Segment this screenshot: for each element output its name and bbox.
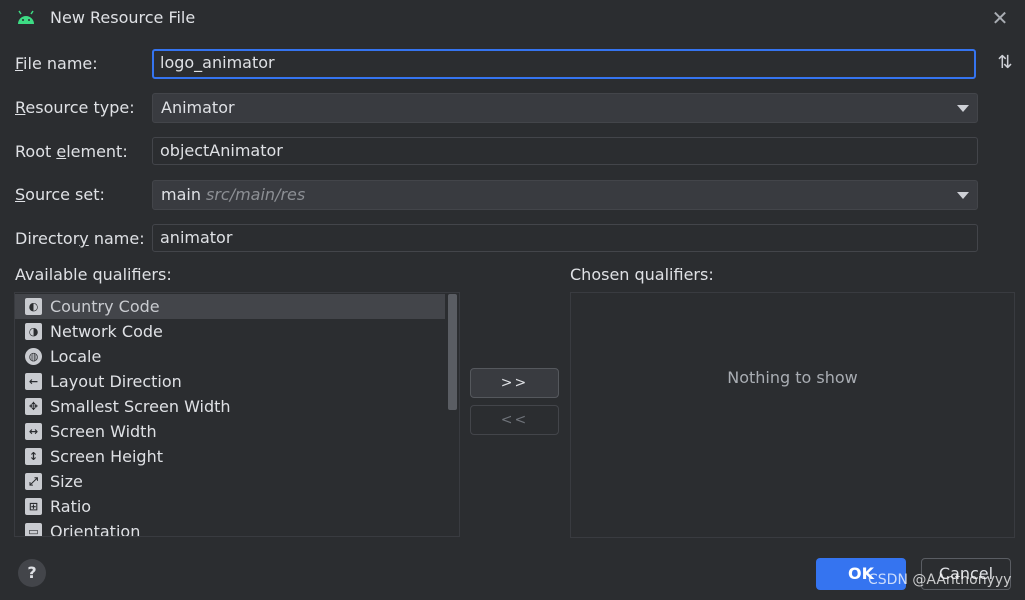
list-item[interactable]: ◐ Country Code <box>15 294 445 319</box>
chevron-down-icon <box>957 105 969 112</box>
smallest-screen-width-icon: ✥ <box>25 398 42 415</box>
available-qualifiers-label: Available qualifiers: <box>15 265 172 284</box>
list-item[interactable]: ↕ Screen Height <box>15 444 445 469</box>
source-set-label: Source set: <box>15 185 105 204</box>
list-item-label: Locale <box>50 347 102 366</box>
dialog-title: New Resource File <box>50 8 196 27</box>
list-item[interactable]: ◍ Locale <box>15 344 445 369</box>
source-set-dropdown[interactable]: main src/main/res <box>152 180 978 210</box>
directory-name-input[interactable]: animator <box>152 224 978 252</box>
list-item[interactable]: ▭ Orientation <box>15 519 445 537</box>
list-item[interactable]: ⤢ Size <box>15 469 445 494</box>
resource-type-label: Resource type: <box>15 98 135 117</box>
android-icon <box>18 10 34 24</box>
chevron-down-icon <box>957 192 969 199</box>
list-item[interactable]: ⊞ Ratio <box>15 494 445 519</box>
list-item-label: Country Code <box>50 297 160 316</box>
remove-qualifier-button[interactable]: << <box>470 405 559 435</box>
root-element-label: Root element: <box>15 142 128 161</box>
close-icon[interactable]: ✕ <box>988 6 1012 30</box>
empty-state-text: Nothing to show <box>727 368 858 387</box>
layout-direction-icon: ← <box>25 373 42 390</box>
list-item-label: Screen Height <box>50 447 163 466</box>
list-item[interactable]: ↔ Screen Width <box>15 419 445 444</box>
locale-globe-icon: ◍ <box>25 348 42 365</box>
screen-height-icon: ↕ <box>25 448 42 465</box>
network-code-icon: ◑ <box>25 323 42 340</box>
scrollbar-thumb[interactable] <box>448 294 457 410</box>
list-item-label: Size <box>50 472 83 491</box>
add-qualifier-button[interactable]: >> <box>470 368 559 398</box>
list-item-label: Smallest Screen Width <box>50 397 231 416</box>
list-item-label: Ratio <box>50 497 92 516</box>
screen-width-icon: ↔ <box>25 423 42 440</box>
resource-type-value: Animator <box>161 98 235 117</box>
directory-name-label: Directory name: <box>15 229 145 248</box>
root-element-input[interactable]: objectAnimator <box>152 137 978 165</box>
ratio-icon: ⊞ <box>25 498 42 515</box>
list-item-label: Network Code <box>50 322 163 341</box>
list-item-label: Orientation <box>50 522 141 537</box>
country-code-icon: ◐ <box>25 298 42 315</box>
list-item[interactable]: ◑ Network Code <box>15 319 445 344</box>
list-item-label: Layout Direction <box>50 372 182 391</box>
list-item[interactable]: ✥ Smallest Screen Width <box>15 394 445 419</box>
size-icon: ⤢ <box>25 473 42 490</box>
chosen-qualifiers-list[interactable] <box>570 292 1015 538</box>
file-name-label: File name: <box>15 54 98 73</box>
sort-icon[interactable]: ⇅ <box>994 52 1016 74</box>
list-item-label: Screen Width <box>50 422 157 441</box>
source-set-value: main <box>161 185 201 204</box>
file-name-input[interactable]: logo_animator <box>152 49 976 79</box>
watermark: CSDN @AAnthonyyy <box>868 572 1012 588</box>
help-button[interactable]: ? <box>18 559 46 587</box>
orientation-icon: ▭ <box>25 523 42 536</box>
chosen-qualifiers-label: Chosen qualifiers: <box>570 265 714 284</box>
source-set-path-hint: src/main/res <box>205 185 306 204</box>
list-item[interactable]: ← Layout Direction <box>15 369 445 394</box>
available-qualifiers-list[interactable]: ◐ Country Code ◑ Network Code ◍ Locale ← Layout… <box>14 292 460 537</box>
resource-type-dropdown[interactable]: Animator <box>152 93 978 123</box>
